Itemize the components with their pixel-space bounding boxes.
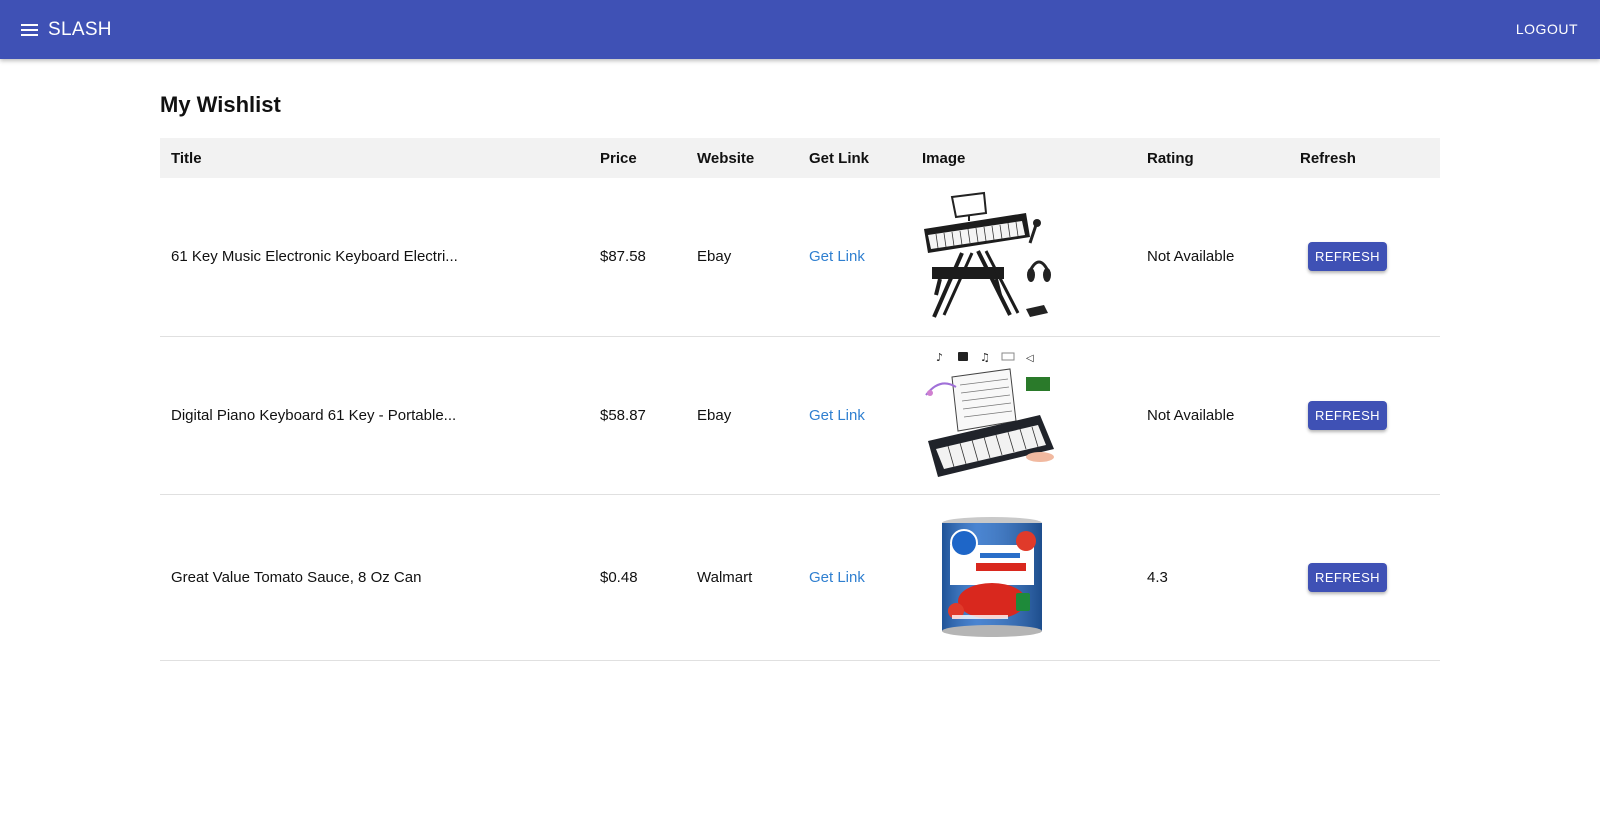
item-rating: Not Available xyxy=(1136,336,1289,495)
item-website: Ebay xyxy=(686,336,798,495)
table-row: 61 Key Music Electronic Keyboard Electri… xyxy=(160,178,1440,337)
table-row: Digital Piano Keyboard 61 Key - Portable… xyxy=(160,336,1440,495)
logout-button[interactable]: LOGOUT xyxy=(1516,0,1578,59)
column-header-price: Price xyxy=(600,149,637,167)
item-website: Ebay xyxy=(686,178,798,337)
item-price: $87.58 xyxy=(589,178,686,337)
refresh-button[interactable]: REFRESH xyxy=(1308,400,1387,430)
column-header-title: Title xyxy=(171,149,202,167)
svg-text:♫: ♫ xyxy=(980,351,990,364)
get-link[interactable]: Get Link xyxy=(809,407,865,424)
item-rating: Not Available xyxy=(1136,178,1289,337)
app-bar: SLASH LOGOUT xyxy=(0,0,1600,59)
refresh-button[interactable]: REFRESH xyxy=(1308,562,1387,592)
item-title: 61 Key Music Electronic Keyboard Electri… xyxy=(160,178,589,337)
item-price: $58.87 xyxy=(589,336,686,495)
item-rating: 4.3 xyxy=(1136,494,1289,661)
app-brand: SLASH xyxy=(48,19,112,40)
column-header-website: Website xyxy=(697,149,755,167)
item-website: Walmart xyxy=(686,494,798,661)
item-title: Great Value Tomato Sauce, 8 Oz Can xyxy=(160,494,589,661)
portable-digital-piano-image: ♪ ♫ ◁ xyxy=(925,351,1054,477)
electronic-keyboard-with-stand-image xyxy=(924,191,1051,318)
get-link[interactable]: Get Link xyxy=(809,248,865,265)
svg-text:◁: ◁ xyxy=(1026,353,1034,364)
page-title: My Wishlist xyxy=(160,92,281,117)
refresh-button[interactable]: REFRESH xyxy=(1308,242,1387,272)
column-header-rating: Rating xyxy=(1147,149,1194,167)
table-row: Great Value Tomato Sauce, 8 Oz Can $0.48… xyxy=(160,494,1440,661)
wishlist-table: Title Price Website Get Link Image Ratin… xyxy=(160,138,1440,661)
column-header-get-link: Get Link xyxy=(809,149,870,167)
item-title: Digital Piano Keyboard 61 Key - Portable… xyxy=(160,336,589,495)
table-header-row: Title Price Website Get Link Image Ratin… xyxy=(160,138,1440,178)
menu-icon[interactable] xyxy=(14,14,46,46)
get-link[interactable]: Get Link xyxy=(809,569,865,586)
column-header-image: Image xyxy=(922,149,966,167)
item-price: $0.48 xyxy=(589,494,686,661)
svg-text:♪: ♪ xyxy=(936,351,943,364)
tomato-sauce-can-image xyxy=(942,517,1042,637)
column-header-refresh: Refresh xyxy=(1300,149,1356,167)
